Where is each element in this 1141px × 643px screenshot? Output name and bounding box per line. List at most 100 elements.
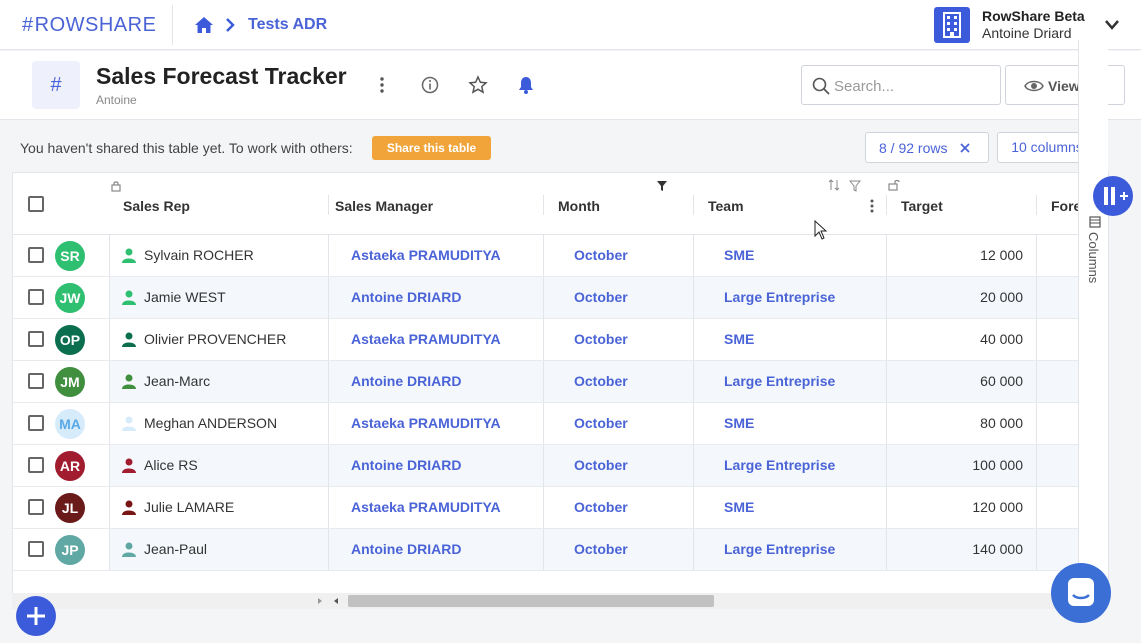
sales-rep-cell[interactable]: Alice RS [144, 457, 198, 473]
divider [172, 5, 173, 45]
unlock-icon[interactable] [888, 179, 900, 191]
column-header-target[interactable]: Target [901, 198, 943, 214]
chevron-down-icon[interactable] [1104, 18, 1120, 32]
sales-manager-link[interactable]: Astaeka PRAMUDITYA [351, 247, 501, 263]
rowshare-logo[interactable]: #ROWSHARE [22, 14, 156, 37]
star-icon[interactable] [468, 75, 488, 95]
table-row[interactable]: SR Sylvain ROCHER Astaeka PRAMUDITYA Oct… [13, 235, 1079, 277]
column-header-team[interactable]: Team [708, 198, 744, 214]
sales-manager-link[interactable]: Astaeka PRAMUDITYA [351, 499, 501, 515]
table-row[interactable]: MA Meghan ANDERSON Astaeka PRAMUDITYA Oc… [13, 403, 1079, 445]
sales-rep-cell[interactable]: Julie LAMARE [144, 499, 234, 515]
target-cell[interactable]: 60 000 [923, 373, 1023, 389]
table-row[interactable]: AR Alice RS Antoine DRIARD October Large… [13, 445, 1079, 487]
row-checkbox[interactable] [28, 415, 44, 431]
sales-rep-cell[interactable]: Olivier PROVENCHER [144, 331, 286, 347]
month-link[interactable]: October [574, 457, 628, 473]
sales-manager-link[interactable]: Antoine DRIARD [351, 541, 461, 557]
cell-divider [543, 403, 544, 444]
column-divider[interactable] [1036, 195, 1037, 215]
horizontal-scrollbar[interactable] [12, 593, 1078, 609]
team-link[interactable]: SME [724, 499, 754, 515]
sales-manager-link[interactable]: Astaeka PRAMUDITYA [351, 415, 501, 431]
table-row[interactable]: JW Jamie WEST Antoine DRIARD October Lar… [13, 277, 1079, 319]
sales-rep-cell[interactable]: Jean-Paul [144, 541, 207, 557]
sales-rep-cell[interactable]: Jamie WEST [144, 289, 226, 305]
target-cell[interactable]: 20 000 [923, 289, 1023, 305]
columns-side-panel[interactable] [1078, 40, 1108, 600]
add-row-button[interactable] [16, 596, 56, 636]
row-checkbox[interactable] [28, 331, 44, 347]
sales-rep-cell[interactable]: Sylvain ROCHER [144, 247, 254, 263]
team-link[interactable]: Large Entreprise [724, 541, 835, 557]
team-link[interactable]: Large Entreprise [724, 373, 835, 389]
cell-divider [693, 487, 694, 528]
month-link[interactable]: October [574, 541, 628, 557]
share-table-button[interactable]: Share this table [372, 136, 491, 160]
row-checkbox[interactable] [28, 373, 44, 389]
column-divider[interactable] [328, 195, 329, 215]
cell-divider [543, 361, 544, 402]
row-checkbox[interactable] [28, 247, 44, 263]
column-divider[interactable] [543, 195, 544, 215]
target-cell[interactable]: 12 000 [923, 247, 1023, 263]
bell-icon[interactable] [516, 75, 536, 95]
month-link[interactable]: October [574, 247, 628, 263]
rows-filter-chip[interactable]: 8 / 92 rows [865, 132, 989, 163]
sales-rep-cell[interactable]: Jean-Marc [144, 373, 210, 389]
close-icon[interactable] [958, 141, 972, 155]
chat-support-button[interactable] [1051, 563, 1111, 623]
column-header-sales-manager[interactable]: Sales Manager [335, 198, 433, 214]
target-cell[interactable]: 100 000 [923, 457, 1023, 473]
column-menu-icon[interactable] [866, 198, 878, 214]
row-checkbox[interactable] [28, 457, 44, 473]
sales-manager-link[interactable]: Antoine DRIARD [351, 373, 461, 389]
scrollbar-thumb[interactable] [348, 595, 714, 607]
columns-panel-label[interactable]: Columns [1086, 232, 1101, 283]
filter-outline-icon[interactable] [849, 180, 861, 192]
team-link[interactable]: SME [724, 415, 754, 431]
column-header-forecast[interactable]: Fore [1051, 198, 1081, 214]
column-header-sales-rep[interactable]: Sales Rep [123, 198, 190, 214]
table-row[interactable]: OP Olivier PROVENCHER Astaeka PRAMUDITYA… [13, 319, 1079, 361]
month-link[interactable]: October [574, 499, 628, 515]
select-all-checkbox[interactable] [28, 196, 44, 212]
month-link[interactable]: October [574, 331, 628, 347]
target-cell[interactable]: 140 000 [923, 541, 1023, 557]
add-column-button[interactable] [1093, 176, 1133, 216]
sales-manager-link[interactable]: Antoine DRIARD [351, 289, 461, 305]
filter-icon[interactable] [656, 180, 668, 192]
search-field[interactable] [801, 65, 1001, 105]
month-link[interactable]: October [574, 415, 628, 431]
home-icon[interactable] [194, 15, 214, 35]
table-row[interactable]: JP Jean-Paul Antoine DRIARD October Larg… [13, 529, 1079, 571]
row-checkbox[interactable] [28, 289, 44, 305]
row-checkbox[interactable] [28, 541, 44, 557]
target-cell[interactable]: 40 000 [923, 331, 1023, 347]
row-checkbox[interactable] [28, 499, 44, 515]
scroll-right-icon[interactable] [316, 597, 324, 605]
search-input[interactable] [834, 75, 994, 97]
team-link[interactable]: Large Entreprise [724, 457, 835, 473]
target-cell[interactable]: 120 000 [923, 499, 1023, 515]
sort-icon[interactable] [828, 179, 840, 191]
building-icon[interactable] [934, 7, 970, 43]
more-vertical-icon[interactable] [372, 75, 392, 95]
team-link[interactable]: Large Entreprise [724, 289, 835, 305]
table-row[interactable]: JL Julie LAMARE Astaeka PRAMUDITYA Octob… [13, 487, 1079, 529]
team-link[interactable]: SME [724, 331, 754, 347]
column-divider[interactable] [886, 195, 887, 215]
month-link[interactable]: October [574, 373, 628, 389]
target-cell[interactable]: 80 000 [923, 415, 1023, 431]
info-icon[interactable] [420, 75, 440, 95]
table-row[interactable]: JM Jean-Marc Antoine DRIARD October Larg… [13, 361, 1079, 403]
sales-manager-link[interactable]: Astaeka PRAMUDITYA [351, 331, 501, 347]
column-header-month[interactable]: Month [558, 198, 600, 214]
month-link[interactable]: October [574, 289, 628, 305]
team-link[interactable]: SME [724, 247, 754, 263]
sales-rep-cell[interactable]: Meghan ANDERSON [144, 415, 277, 431]
scroll-left-icon[interactable] [332, 597, 340, 605]
sales-manager-link[interactable]: Antoine DRIARD [351, 457, 461, 473]
breadcrumb-folder-link[interactable]: Tests ADR [248, 16, 327, 34]
column-divider[interactable] [693, 195, 694, 215]
